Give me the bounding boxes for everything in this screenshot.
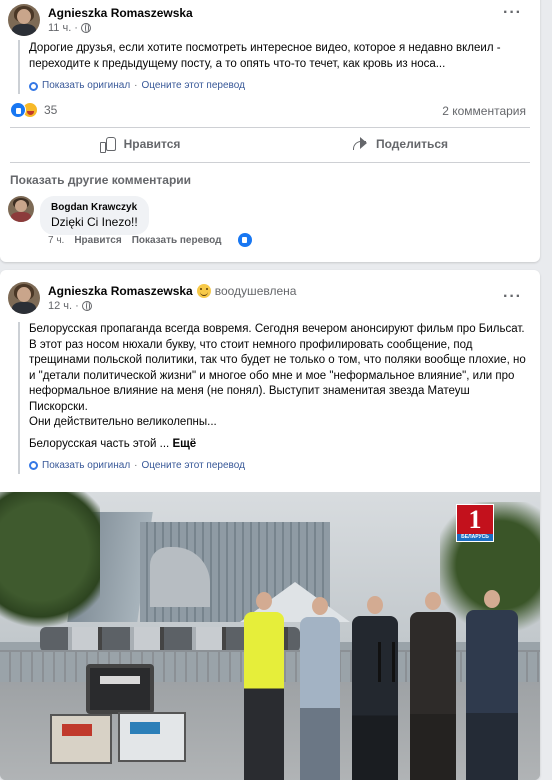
comments-count-link[interactable]: 2 комментария	[442, 104, 526, 118]
person	[244, 592, 284, 780]
see-more-link[interactable]: Ещё	[172, 438, 196, 450]
more-comments-link[interactable]: Показать другие комментарии	[10, 173, 191, 187]
show-original-link[interactable]: Показать оригинал	[42, 458, 130, 474]
post-actions: Нравится Поделиться	[10, 130, 530, 158]
globe-icon	[81, 301, 92, 311]
post-time[interactable]: 12 ч.	[48, 300, 72, 312]
post-text: Дорогие друзья, если хотите посмотреть и…	[18, 40, 526, 94]
translation-bar: Показать оригинал · Оцените этот перевод	[29, 458, 526, 474]
thumb-up-icon	[99, 137, 116, 153]
post-card: Agnieszka Romaszewska 11 ч. · ··· Дороги…	[0, 0, 540, 262]
share-button[interactable]: Поделиться	[270, 130, 530, 158]
person	[352, 596, 398, 780]
feeling-label: воодушевлена	[214, 284, 297, 298]
comment-text: Dzięki Ci Inezo!!	[51, 215, 138, 229]
post-author[interactable]: Agnieszka Romaszewska	[48, 6, 193, 20]
comment-translation-link[interactable]: Показать перевод	[132, 235, 222, 246]
show-original-link[interactable]: Показать оригинал	[42, 78, 130, 94]
post-text: Белорусская пропаганда всегда вовремя. С…	[18, 322, 526, 474]
post-header: Agnieszka Romaszewska воодушевлена 12 ч.…	[8, 282, 296, 314]
share-icon	[352, 137, 368, 151]
person	[410, 592, 456, 780]
avatar[interactable]	[8, 4, 40, 36]
post-author[interactable]: Agnieszka Romaszewska	[48, 284, 193, 298]
person	[466, 590, 518, 780]
comment-bubble: Bogdan Krawczyk Dzięki Ci Inezo!!	[40, 196, 149, 235]
television	[86, 664, 154, 714]
comment-like-reaction-icon	[237, 233, 252, 247]
avatar[interactable]	[8, 282, 40, 314]
comment: Bogdan Krawczyk Dzięki Ci Inezo!!	[8, 196, 149, 235]
commenter-avatar[interactable]	[8, 196, 34, 222]
comment-actions: 7 ч. Нравится Показать перевод	[48, 233, 252, 247]
post-photo[interactable]: 1 БЕЛАРУСЬ	[0, 492, 540, 780]
reactions-summary[interactable]: 35	[10, 102, 57, 118]
microphone	[392, 642, 395, 682]
like-reaction-icon	[10, 102, 26, 118]
tv-box	[50, 714, 112, 764]
gear-icon	[29, 81, 38, 91]
reaction-count: 35	[44, 103, 58, 117]
tv-box	[118, 712, 186, 762]
smiling-face-icon	[196, 284, 211, 298]
rate-translation-link[interactable]: Оцените этот перевод	[142, 458, 245, 474]
post-card: Agnieszka Romaszewska воодушевлена 12 ч.…	[0, 270, 540, 780]
microphone	[378, 642, 381, 682]
person	[300, 597, 340, 780]
like-button[interactable]: Нравится	[10, 130, 270, 158]
gear-icon	[29, 461, 38, 471]
globe-icon	[80, 23, 91, 33]
rate-translation-link[interactable]: Оцените этот перевод	[142, 78, 245, 94]
tv-channel-logo: 1 БЕЛАРУСЬ	[456, 504, 494, 542]
comment-author[interactable]: Bogdan Krawczyk	[51, 202, 138, 213]
post-header: Agnieszka Romaszewska 11 ч. ·	[8, 4, 193, 36]
divider	[10, 127, 530, 128]
divider	[10, 162, 530, 163]
more-options-icon[interactable]: ···	[503, 288, 522, 306]
translation-bar: Показать оригинал · Оцените этот перевод	[29, 78, 526, 94]
more-options-icon[interactable]: ···	[503, 4, 522, 22]
comment-time[interactable]: 7 ч.	[48, 235, 64, 246]
comment-like-button[interactable]: Нравится	[74, 235, 121, 246]
post-time[interactable]: 11 ч.	[48, 22, 71, 34]
